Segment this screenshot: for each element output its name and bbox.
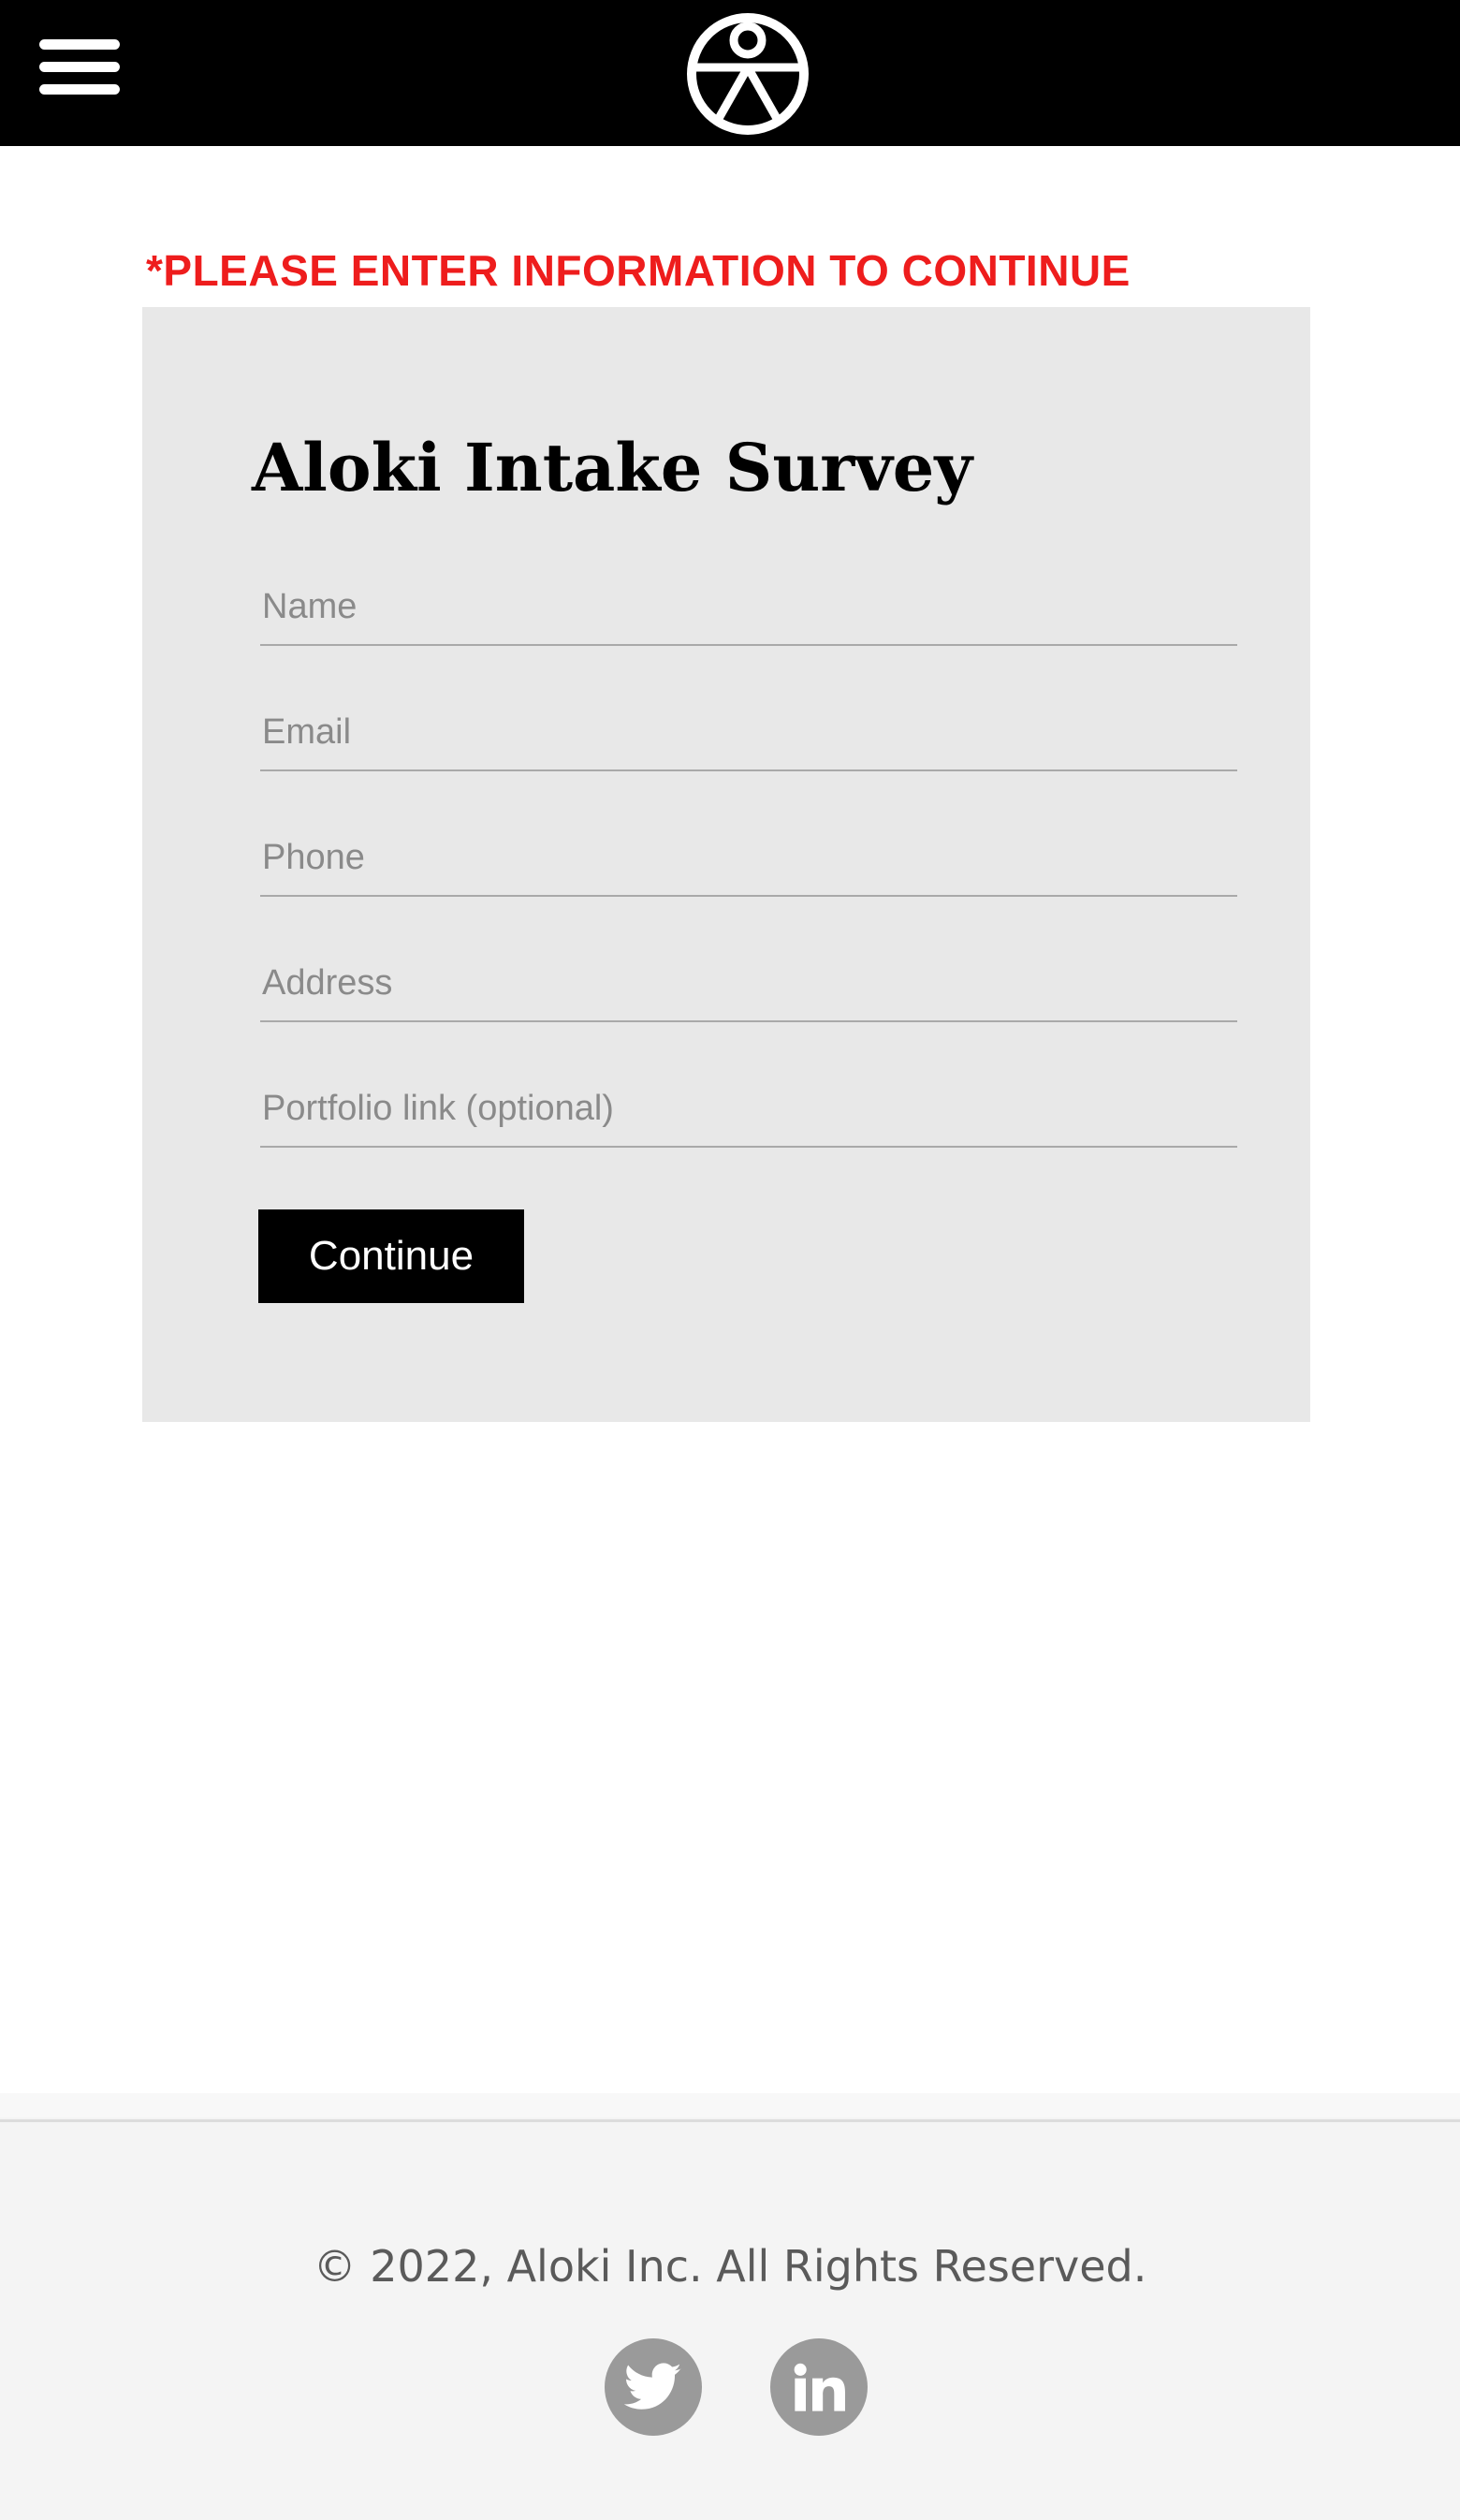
twitter-icon[interactable] — [605, 2338, 702, 2436]
linkedin-icon[interactable] — [770, 2338, 868, 2436]
copyright-text: © 2022, Aloki Inc. All Rights Reserved. — [313, 2241, 1147, 2292]
phone-field[interactable] — [260, 829, 1237, 897]
name-field[interactable] — [260, 579, 1237, 646]
required-info-notice: *PLEASE ENTER INFORMATION TO CONTINUE — [146, 246, 1131, 295]
address-field[interactable] — [260, 955, 1237, 1022]
email-field[interactable] — [260, 704, 1237, 771]
page-footer: © 2022, Aloki Inc. All Rights Reserved. — [0, 2093, 1460, 2520]
footer-band — [0, 2093, 1460, 2117]
form-title: Aloki Intake Survey — [252, 429, 972, 506]
top-nav-bar — [0, 0, 1460, 146]
footer-divider — [0, 2119, 1460, 2122]
portfolio-link-field[interactable] — [260, 1080, 1237, 1148]
hamburger-menu-icon[interactable] — [36, 34, 129, 109]
aloki-logo-icon[interactable] — [685, 11, 810, 137]
intake-survey-form: Aloki Intake Survey Continue — [142, 307, 1310, 1422]
continue-button[interactable]: Continue — [258, 1209, 524, 1303]
